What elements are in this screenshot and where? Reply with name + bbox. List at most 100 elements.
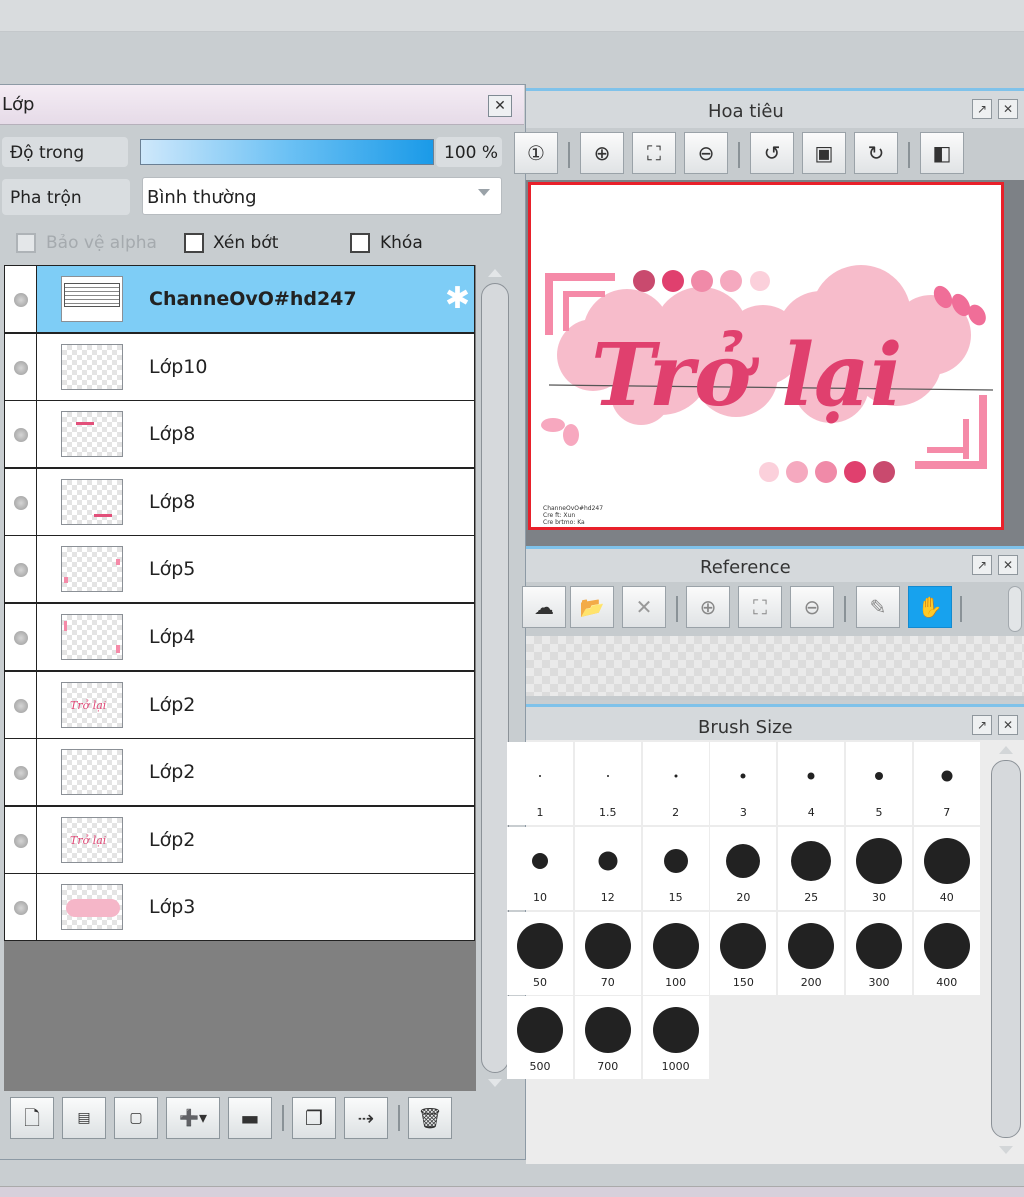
clear-icon[interactable]: ✕ — [622, 586, 666, 628]
brush-size-cell[interactable]: 30 — [846, 826, 912, 910]
cloud-download-icon[interactable]: ☁ — [522, 586, 566, 628]
layer-name-area[interactable]: Lớp10 — [37, 334, 474, 400]
brush-size-cell[interactable]: 500 — [507, 996, 573, 1080]
new-folder-icon[interactable]: ▬ — [228, 1097, 272, 1139]
visibility-toggle[interactable] — [5, 604, 37, 670]
chevron-down-icon[interactable] — [478, 189, 490, 196]
layer-row[interactable]: Lớp10 — [4, 332, 475, 401]
eyedropper-icon[interactable]: ✎ — [856, 586, 900, 628]
layer-name-area[interactable]: ChanneOvO#hd247 ✱ — [37, 266, 474, 332]
brush-size-cell[interactable]: 1.5 — [574, 742, 641, 825]
scroll-down-icon[interactable] — [488, 1079, 502, 1087]
opacity-slider[interactable] — [140, 139, 434, 165]
new-layer-menu-icon[interactable]: ➕▾ — [166, 1097, 220, 1139]
layer-name-area[interactable]: Lớp5 — [37, 536, 474, 602]
visibility-toggle[interactable] — [5, 468, 37, 535]
layer-row[interactable]: ChanneOvO#hd247 ✱ — [4, 265, 475, 333]
brush-size-cell[interactable]: 15 — [642, 826, 709, 910]
scroll-up-icon[interactable] — [999, 746, 1013, 754]
brush-size-cell[interactable]: 3 — [710, 742, 777, 825]
gear-icon[interactable]: ✱ — [445, 284, 470, 314]
new-8bit-layer-icon[interactable]: ▤ — [62, 1097, 106, 1139]
navigator-canvas[interactable]: Trở lại ChanneOvO#hd247 Cre ft: Xun Cre … — [528, 182, 1004, 530]
brush-scrollbar[interactable] — [991, 760, 1021, 1138]
brush-size-cell[interactable]: 5 — [846, 742, 912, 825]
visibility-toggle[interactable] — [5, 266, 37, 332]
visibility-toggle[interactable] — [5, 806, 37, 873]
layer-name-area[interactable]: Trở lại Lớp2 — [37, 672, 474, 738]
brush-size-cell[interactable]: 1 — [507, 742, 573, 825]
brush-size-cell[interactable]: 25 — [778, 826, 845, 910]
delete-layer-icon[interactable]: 🗑 — [408, 1097, 452, 1139]
visibility-toggle[interactable] — [5, 401, 37, 468]
new-layer-icon[interactable]: 🗋 — [10, 1097, 54, 1139]
close-icon[interactable]: ✕ — [998, 555, 1018, 575]
zoom-out-icon[interactable]: ⊖ — [790, 586, 834, 628]
hand-tool-icon[interactable]: ✋ — [908, 586, 952, 628]
visibility-toggle[interactable] — [5, 333, 37, 400]
popout-icon[interactable]: ↗ — [972, 715, 992, 735]
close-icon[interactable]: ✕ — [488, 95, 512, 117]
scroll-thumb[interactable] — [481, 283, 509, 1073]
brush-size-cell[interactable]: 20 — [710, 826, 777, 910]
fit-screen-icon[interactable]: ⛶ — [738, 586, 782, 628]
brush-size-cell[interactable]: 12 — [574, 826, 641, 910]
brush-size-cell[interactable]: 300 — [846, 911, 912, 995]
brush-size-cell[interactable]: 1000 — [642, 996, 709, 1080]
close-icon[interactable]: ✕ — [998, 715, 1018, 735]
layer-name-area[interactable]: Lớp3 — [37, 874, 474, 940]
rotate-right-icon[interactable]: ↻ — [854, 132, 898, 174]
layer-scrollbar[interactable] — [478, 269, 510, 1089]
zoom-out-icon[interactable]: ⊖ — [684, 132, 728, 174]
visibility-toggle[interactable] — [5, 739, 37, 806]
layer-row[interactable]: Trở lại Lớp2 — [4, 805, 475, 874]
brush-size-cell[interactable]: 70 — [574, 911, 641, 995]
merge-down-icon[interactable]: ⇢ — [344, 1097, 388, 1139]
rotate-left-icon[interactable]: ↺ — [750, 132, 794, 174]
lock-checkbox[interactable] — [350, 233, 370, 253]
layer-row[interactable]: Lớp5 — [4, 535, 475, 604]
zoom-in-icon[interactable]: ⊕ — [686, 586, 730, 628]
protect-alpha-checkbox[interactable] — [16, 233, 36, 253]
brush-size-cell[interactable]: 100 — [642, 911, 709, 995]
fit-canvas-icon[interactable]: ▣ — [802, 132, 846, 174]
brush-size-cell[interactable]: 200 — [778, 911, 845, 995]
scroll-up-icon[interactable] — [488, 269, 502, 277]
layer-row[interactable]: Lớp2 — [4, 738, 475, 807]
popout-icon[interactable]: ↗ — [972, 555, 992, 575]
layer-name-area[interactable]: Trở lại Lớp2 — [37, 807, 474, 873]
layer-name-area[interactable]: Lớp8 — [37, 401, 474, 467]
blend-mode-select[interactable]: Bình thường — [142, 177, 502, 215]
opacity-value[interactable]: 100 % — [436, 137, 502, 167]
visibility-toggle[interactable] — [5, 536, 37, 603]
layer-row[interactable]: Trở lại Lớp2 — [4, 670, 475, 739]
brush-size-cell[interactable]: 50 — [507, 911, 573, 995]
brush-size-cell[interactable]: 4 — [778, 742, 845, 825]
layer-row[interactable]: Lớp8 — [4, 467, 475, 536]
open-folder-icon[interactable]: 📂 — [570, 586, 614, 628]
layer-name-area[interactable]: Lớp4 — [37, 604, 474, 670]
reference-image-area[interactable] — [526, 636, 1024, 696]
layer-panel-titlebar[interactable]: Lớp ✕ — [0, 85, 524, 125]
brush-size-cell[interactable]: 10 — [507, 826, 573, 910]
popout-icon[interactable]: ↗ — [972, 99, 992, 119]
brush-size-cell[interactable]: 7 — [913, 742, 980, 825]
layer-name-area[interactable]: Lớp8 — [37, 469, 474, 535]
scroll-down-icon[interactable] — [999, 1146, 1013, 1154]
brush-size-cell[interactable]: 150 — [710, 911, 777, 995]
visibility-toggle[interactable] — [5, 671, 37, 738]
reference-scrollbar[interactable] — [1008, 586, 1022, 632]
layer-row[interactable]: Lớp4 — [4, 603, 475, 671]
fit-screen-icon[interactable]: ⛶ — [632, 132, 676, 174]
close-icon[interactable]: ✕ — [998, 99, 1018, 119]
layer-row[interactable]: Lớp3 — [4, 873, 475, 942]
flip-horizontal-icon[interactable]: ◧ — [920, 132, 964, 174]
duplicate-layer-icon[interactable]: ❐ — [292, 1097, 336, 1139]
brush-size-cell[interactable]: 400 — [913, 911, 980, 995]
brush-size-cell[interactable]: 40 — [913, 826, 980, 910]
brush-size-cell[interactable]: 700 — [574, 996, 641, 1080]
clip-checkbox[interactable] — [184, 233, 204, 253]
zoom-actual-icon[interactable]: ① — [514, 132, 558, 174]
brush-size-cell[interactable]: 2 — [642, 742, 709, 825]
visibility-toggle[interactable] — [5, 874, 37, 941]
